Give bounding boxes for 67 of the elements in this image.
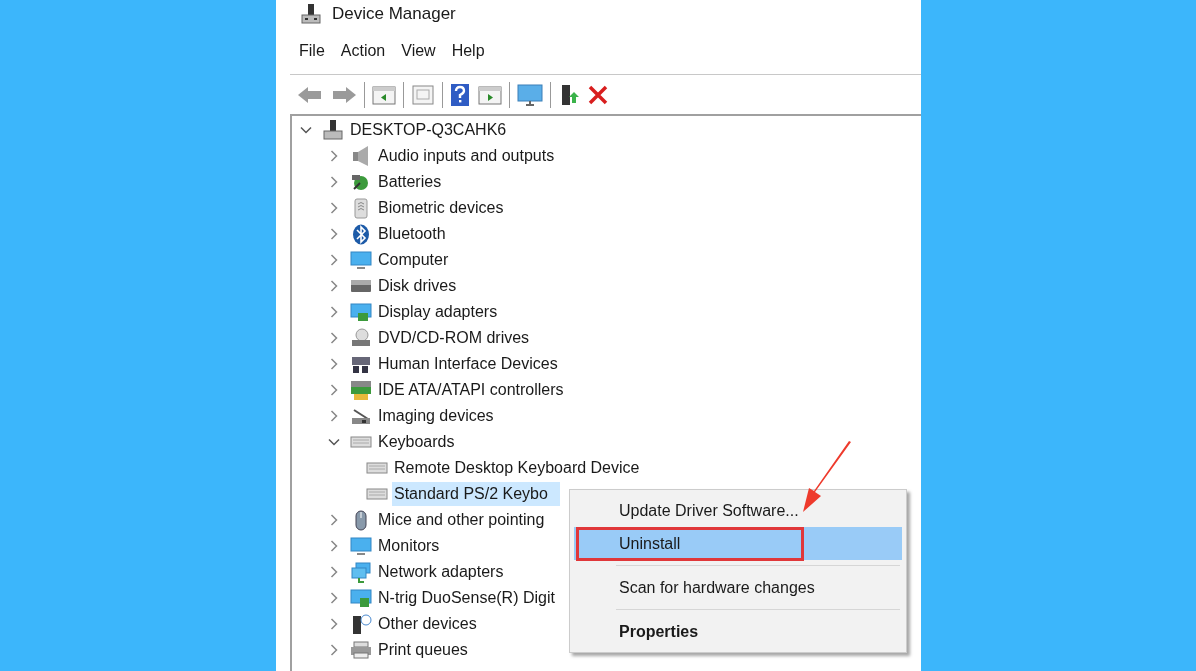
tree-item[interactable]: Batteries: [376, 170, 454, 194]
tree-item[interactable]: Computer: [376, 248, 461, 272]
tree-item[interactable]: Monitors: [376, 534, 452, 558]
menu-item[interactable]: File: [293, 37, 331, 65]
expand-chevron-icon[interactable]: [328, 176, 340, 188]
tree-item[interactable]: Print queues: [376, 638, 480, 662]
tree-item[interactable]: Other devices: [376, 612, 489, 636]
help-icon[interactable]: [449, 82, 471, 107]
device-icon: [350, 223, 372, 245]
device-icon: [350, 587, 372, 609]
expand-chevron-icon[interactable]: [328, 306, 340, 318]
tree-item[interactable]: Remote Desktop Keyboard Device: [392, 456, 652, 480]
expand-chevron-icon[interactable]: [328, 618, 340, 630]
expand-chevron-icon[interactable]: [328, 280, 340, 292]
menu-item[interactable]: Help: [445, 37, 491, 65]
tree-item[interactable]: Keyboards: [376, 430, 467, 454]
window-icon[interactable]: [477, 83, 503, 106]
tree-item[interactable]: Disk drives: [376, 274, 469, 298]
tree-item[interactable]: DVD/CD-ROM drives: [376, 326, 542, 350]
tree-item[interactable]: Audio inputs and outputs: [376, 144, 567, 168]
device-icon: [350, 639, 372, 661]
tree-item[interactable]: N-trig DuoSense(R) Digit: [376, 586, 567, 610]
tree-item[interactable]: Imaging devices: [376, 404, 506, 428]
expand-chevron-icon[interactable]: [328, 644, 340, 656]
expand-chevron-icon[interactable]: [328, 332, 340, 344]
context-menu-item[interactable]: Update Driver Software...: [574, 494, 902, 527]
device-manager-icon: [300, 3, 322, 25]
tree-item[interactable]: IDE ATA/ATAPI controllers: [376, 378, 576, 402]
context-menu-item[interactable]: Uninstall: [574, 527, 902, 560]
device-icon: [350, 613, 372, 635]
tree-item[interactable]: Mice and other pointing: [376, 508, 557, 532]
computer-tower-icon: [322, 119, 344, 141]
tree-item[interactable]: DESKTOP-Q3CAHK6: [348, 118, 519, 142]
device-icon: [350, 379, 372, 401]
expand-chevron-icon[interactable]: [328, 254, 340, 266]
close-icon[interactable]: [587, 83, 609, 106]
tree-item[interactable]: Bluetooth: [376, 222, 458, 246]
page-icon[interactable]: [410, 83, 436, 106]
expand-chevron-icon[interactable]: [328, 384, 340, 396]
tree-item[interactable]: Standard PS/2 Keybo: [392, 482, 560, 506]
expand-chevron-icon[interactable]: [328, 540, 340, 552]
expand-chevron-icon[interactable]: [328, 410, 340, 422]
expand-chevron-icon[interactable]: [328, 514, 340, 526]
expand-chevron-icon[interactable]: [328, 358, 340, 370]
tree-item[interactable]: Display adapters: [376, 300, 510, 324]
expand-chevron-icon[interactable]: [328, 150, 340, 162]
device-icon: [350, 327, 372, 349]
collapse-chevron-icon[interactable]: [328, 436, 340, 448]
window-title: Device Manager: [332, 3, 456, 26]
expand-chevron-icon[interactable]: [328, 592, 340, 604]
tree-item[interactable]: Biometric devices: [376, 196, 516, 220]
expand-chevron-icon[interactable]: [328, 566, 340, 578]
monitor-icon[interactable]: [516, 82, 544, 107]
device-icon: [350, 249, 372, 271]
device-icon: [350, 561, 372, 583]
device-icon: [350, 535, 372, 557]
context-menu-item[interactable]: Properties: [574, 615, 902, 648]
expand-chevron-icon[interactable]: [328, 202, 340, 214]
context-menu-item[interactable]: Scan for hardware changes: [574, 571, 902, 604]
window-icon[interactable]: [371, 83, 397, 106]
collapse-chevron-icon[interactable]: [300, 124, 312, 136]
device-icon: [350, 301, 372, 323]
menu-item[interactable]: Action: [334, 37, 392, 65]
tree-item[interactable]: Human Interface Devices: [376, 352, 570, 376]
menu-item[interactable]: View: [395, 37, 442, 65]
expand-chevron-icon[interactable]: [328, 228, 340, 240]
tree-item[interactable]: Network adapters: [376, 560, 516, 584]
